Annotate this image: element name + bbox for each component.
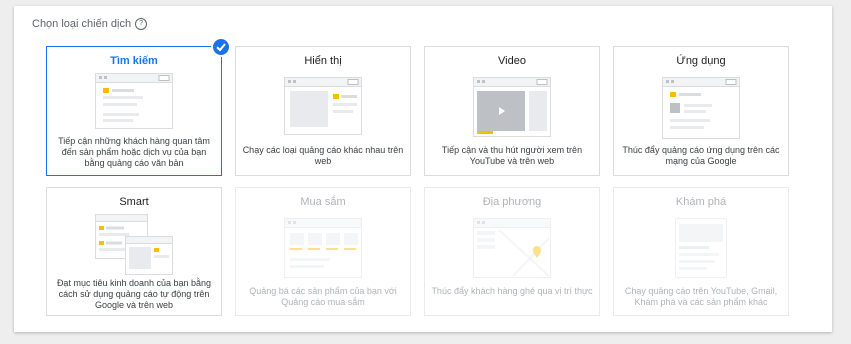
card-title: Tìm kiếm [110,55,158,67]
card-description: Tiếp cận những khách hàng quan tâm đến s… [58,136,210,168]
shopping-ad-illustration [284,218,362,278]
card-description: Đạt mục tiêu kinh doanh của bạn bằng các… [56,278,212,310]
card-title: Địa phương [482,196,542,208]
discovery-feed-illustration [675,218,727,278]
card-description: Quảng bá các sản phẩm của bạn với Quảng … [249,286,397,307]
card-title: Video [498,55,526,67]
card-title: Khám phá [675,196,727,208]
campaign-card-app[interactable]: Ứng dụng Thúc đẩy quảng cáo ứng dụng trê… [613,46,789,176]
section-title-text: Chọn loại chiến dịch [32,18,132,30]
smart-ad-illustration [95,214,173,275]
card-description: Thúc đẩy quảng cáo ứng dụng trên các mạn… [622,145,780,166]
card-description: Thúc đẩy khách hàng ghé qua vị trí thực [431,286,593,296]
card-title: Ứng dụng [676,55,726,67]
help-circle-icon[interactable]: ? [135,18,148,30]
campaign-card-smart[interactable]: Smart Đạt mục tiêu kinh doanh của bạn bằ… [46,187,222,316]
section-title: Chọn loại chiến dịch ? [32,18,148,30]
campaign-card-discovery: Khám phá Chạy quảng cáo trên YouTube, Gm… [613,187,789,316]
display-ad-illustration [284,77,362,135]
campaign-card-shopping: Mua sắm Quảng bá các sản phẩm của bạn vớ… [235,187,411,316]
local-map-illustration [473,218,551,278]
checkmark-icon [211,37,231,57]
campaign-card-video[interactable]: Video Tiếp cận và thu hút người xem trên… [424,46,600,176]
campaign-card-display[interactable]: Hiển thị Chạy các loại quảng cáo khác nh… [235,46,411,176]
card-title: Smart [119,196,149,208]
app-ad-illustration [662,77,740,139]
campaign-card-search[interactable]: Tìm kiếm Tiếp cận những khách hàng quan … [46,37,231,176]
card-description: Chạy quảng cáo trên YouTube, Gmail, Khám… [624,286,778,307]
campaign-card-local: Địa phương Thúc đẩy khách hàng ghé qua v… [424,187,600,316]
card-description: Tiếp cận và thu hút người xem trên YouTu… [441,145,583,166]
search-ad-illustration [95,73,173,129]
card-title: Mua sắm [300,196,346,208]
card-description: Chạy các loại quảng cáo khác nhau trên w… [242,145,404,166]
video-ad-illustration [473,77,551,137]
card-title: Hiển thị [304,55,342,67]
